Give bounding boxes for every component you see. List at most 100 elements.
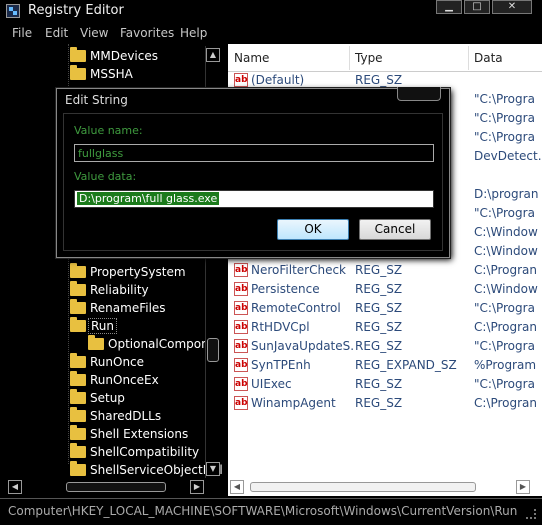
value-data: C:\Progran — [474, 263, 538, 277]
string-value-icon: ab — [234, 339, 248, 353]
string-value-icon: ab — [234, 396, 248, 410]
table-row[interactable]: ab SynTPEnh REG_EXPAND_SZ %Program — [228, 356, 542, 375]
string-value-icon: ab — [234, 282, 248, 296]
scroll-right-button[interactable]: ▶ — [190, 480, 204, 494]
close-icon: ✕ — [507, 1, 517, 12]
folder-icon — [70, 281, 86, 296]
tree-item-label: MMDevices — [90, 49, 158, 63]
registry-path: Computer\HKEY_LOCAL_MACHINE\SOFTWARE\Mic… — [8, 504, 518, 518]
cancel-button[interactable]: Cancel — [359, 219, 431, 240]
folder-icon — [70, 47, 86, 62]
value-data: "C:\Progra — [474, 206, 535, 220]
chevron-down-icon: ▼ — [209, 464, 217, 473]
string-value-icon: ab — [234, 301, 248, 315]
scroll-down-button[interactable]: ▼ — [206, 462, 220, 476]
value-data: "C:\Progra — [474, 377, 535, 391]
value-data: C:\Window — [474, 244, 538, 258]
status-bar: Computer\HKEY_LOCAL_MACHINE\SOFTWARE\Mic… — [0, 498, 542, 525]
list-header: Name Type Data — [228, 44, 542, 72]
value-data: C:\Progran — [474, 396, 538, 410]
tree-item-label: MSSHA — [90, 67, 133, 81]
value-type: REG_SZ — [355, 282, 403, 296]
list-horizontal-scrollbar[interactable]: ◀ ▶ — [228, 480, 534, 494]
value-type: REG_EXPAND_SZ — [355, 358, 457, 372]
tree-item-label: Shell Extensions — [90, 427, 189, 441]
menu-edit[interactable]: Edit — [45, 26, 68, 40]
table-row[interactable]: ab RtHDVCpl REG_SZ C:\Progran — [228, 318, 542, 337]
menu-view[interactable]: View — [80, 26, 108, 40]
menu-bar: File Edit View Favorites Help — [0, 24, 542, 44]
tree-horizontal-scrollbar[interactable]: ◀ ▶ — [8, 480, 204, 494]
chevron-left-icon: ◀ — [233, 482, 241, 491]
value-data: "C:\Progra — [474, 111, 535, 125]
value-data-field[interactable]: D:\program\full glass.exe — [74, 190, 434, 208]
table-row[interactable]: ab WinampAgent REG_SZ C:\Progran — [228, 394, 542, 413]
value-data-label: Value data: — [74, 170, 137, 183]
chevron-right-icon: ▶ — [193, 482, 201, 491]
tree-item-label: SharedDLLs — [90, 409, 162, 423]
scroll-left-button[interactable]: ◀ — [8, 480, 22, 494]
value-name-field: fullglass — [74, 144, 434, 162]
folder-open-icon — [70, 317, 86, 332]
edit-string-dialog: Edit String Value name: fullglass Value … — [56, 87, 450, 258]
table-row[interactable]: ab SunJavaUpdateS... REG_SZ "C:\Progra — [228, 337, 542, 356]
ok-button[interactable]: OK — [277, 219, 349, 240]
value-type: REG_SZ — [355, 377, 403, 391]
column-divider[interactable] — [468, 46, 469, 70]
table-row[interactable]: ab Persistence REG_SZ C:\Window — [228, 280, 542, 299]
maximize-button[interactable]: □ — [464, 0, 490, 14]
menu-file[interactable]: File — [12, 26, 32, 40]
scroll-up-button[interactable]: ▲ — [206, 48, 220, 62]
registry-editor-icon — [6, 4, 20, 18]
tree-item-label: OptionalCompone — [108, 337, 217, 351]
dialog-close-button[interactable] — [397, 87, 441, 101]
string-value-icon: ab — [234, 73, 248, 87]
menu-favorites[interactable]: Favorites — [120, 26, 174, 40]
folder-icon — [70, 461, 86, 476]
string-value-icon: ab — [234, 377, 248, 391]
scroll-thumb[interactable] — [250, 482, 476, 492]
tree-item-label: RunOnceEx — [90, 373, 159, 387]
window-title: Registry Editor — [28, 3, 124, 18]
tree-item-label: ShellServiceObjectDel — [90, 463, 222, 477]
value-name-label: Value name: — [74, 124, 143, 137]
value-data: "C:\Progra — [474, 130, 535, 144]
folder-icon — [70, 389, 86, 404]
tree-item-label: ShellCompatibility — [90, 445, 200, 459]
menu-help[interactable]: Help — [180, 26, 207, 40]
value-data: "C:\Progra — [474, 92, 535, 106]
column-divider[interactable] — [349, 46, 350, 70]
scroll-right-button[interactable]: ▶ — [516, 480, 530, 494]
dialog-title: Edit String — [65, 93, 128, 107]
table-row[interactable]: ab RemoteControl REG_SZ "C:\Progra — [228, 299, 542, 318]
value-data: "C:\Progra — [474, 301, 535, 315]
value-type: REG_SZ — [355, 320, 403, 334]
table-row[interactable]: ab NeroFilterCheck REG_SZ C:\Progran — [228, 261, 542, 280]
value-name-text: fullglass — [78, 147, 124, 160]
column-header-name[interactable]: Name — [234, 51, 269, 65]
folder-icon — [70, 425, 86, 440]
value-data: DevDetect. — [474, 149, 542, 163]
value-name: (Default) — [251, 73, 305, 87]
column-header-type[interactable]: Type — [355, 51, 383, 65]
folder-icon — [70, 353, 86, 368]
column-header-data[interactable]: Data — [474, 51, 503, 65]
value-name: RemoteControl — [251, 301, 341, 315]
resize-grip-icon[interactable] — [526, 509, 536, 519]
value-data-text: D:\program\full glass.exe — [77, 192, 220, 205]
table-row[interactable]: ab UIExec REG_SZ "C:\Progra — [228, 375, 542, 394]
value-name: Persistence — [251, 282, 320, 296]
close-button[interactable]: ✕ — [492, 0, 532, 14]
scroll-thumb[interactable] — [66, 482, 166, 492]
folder-icon — [70, 371, 86, 386]
folder-icon — [70, 299, 86, 314]
value-name: RtHDVCpl — [251, 320, 310, 334]
value-type: REG_SZ — [355, 339, 403, 353]
folder-icon — [88, 335, 104, 350]
chevron-up-icon: ▲ — [209, 50, 217, 59]
minimize-button[interactable]: ▁ — [436, 0, 462, 14]
scroll-left-button[interactable]: ◀ — [230, 480, 244, 494]
scroll-thumb[interactable] — [207, 338, 219, 362]
string-value-icon: ab — [234, 358, 248, 372]
string-value-icon: ab — [234, 263, 248, 277]
